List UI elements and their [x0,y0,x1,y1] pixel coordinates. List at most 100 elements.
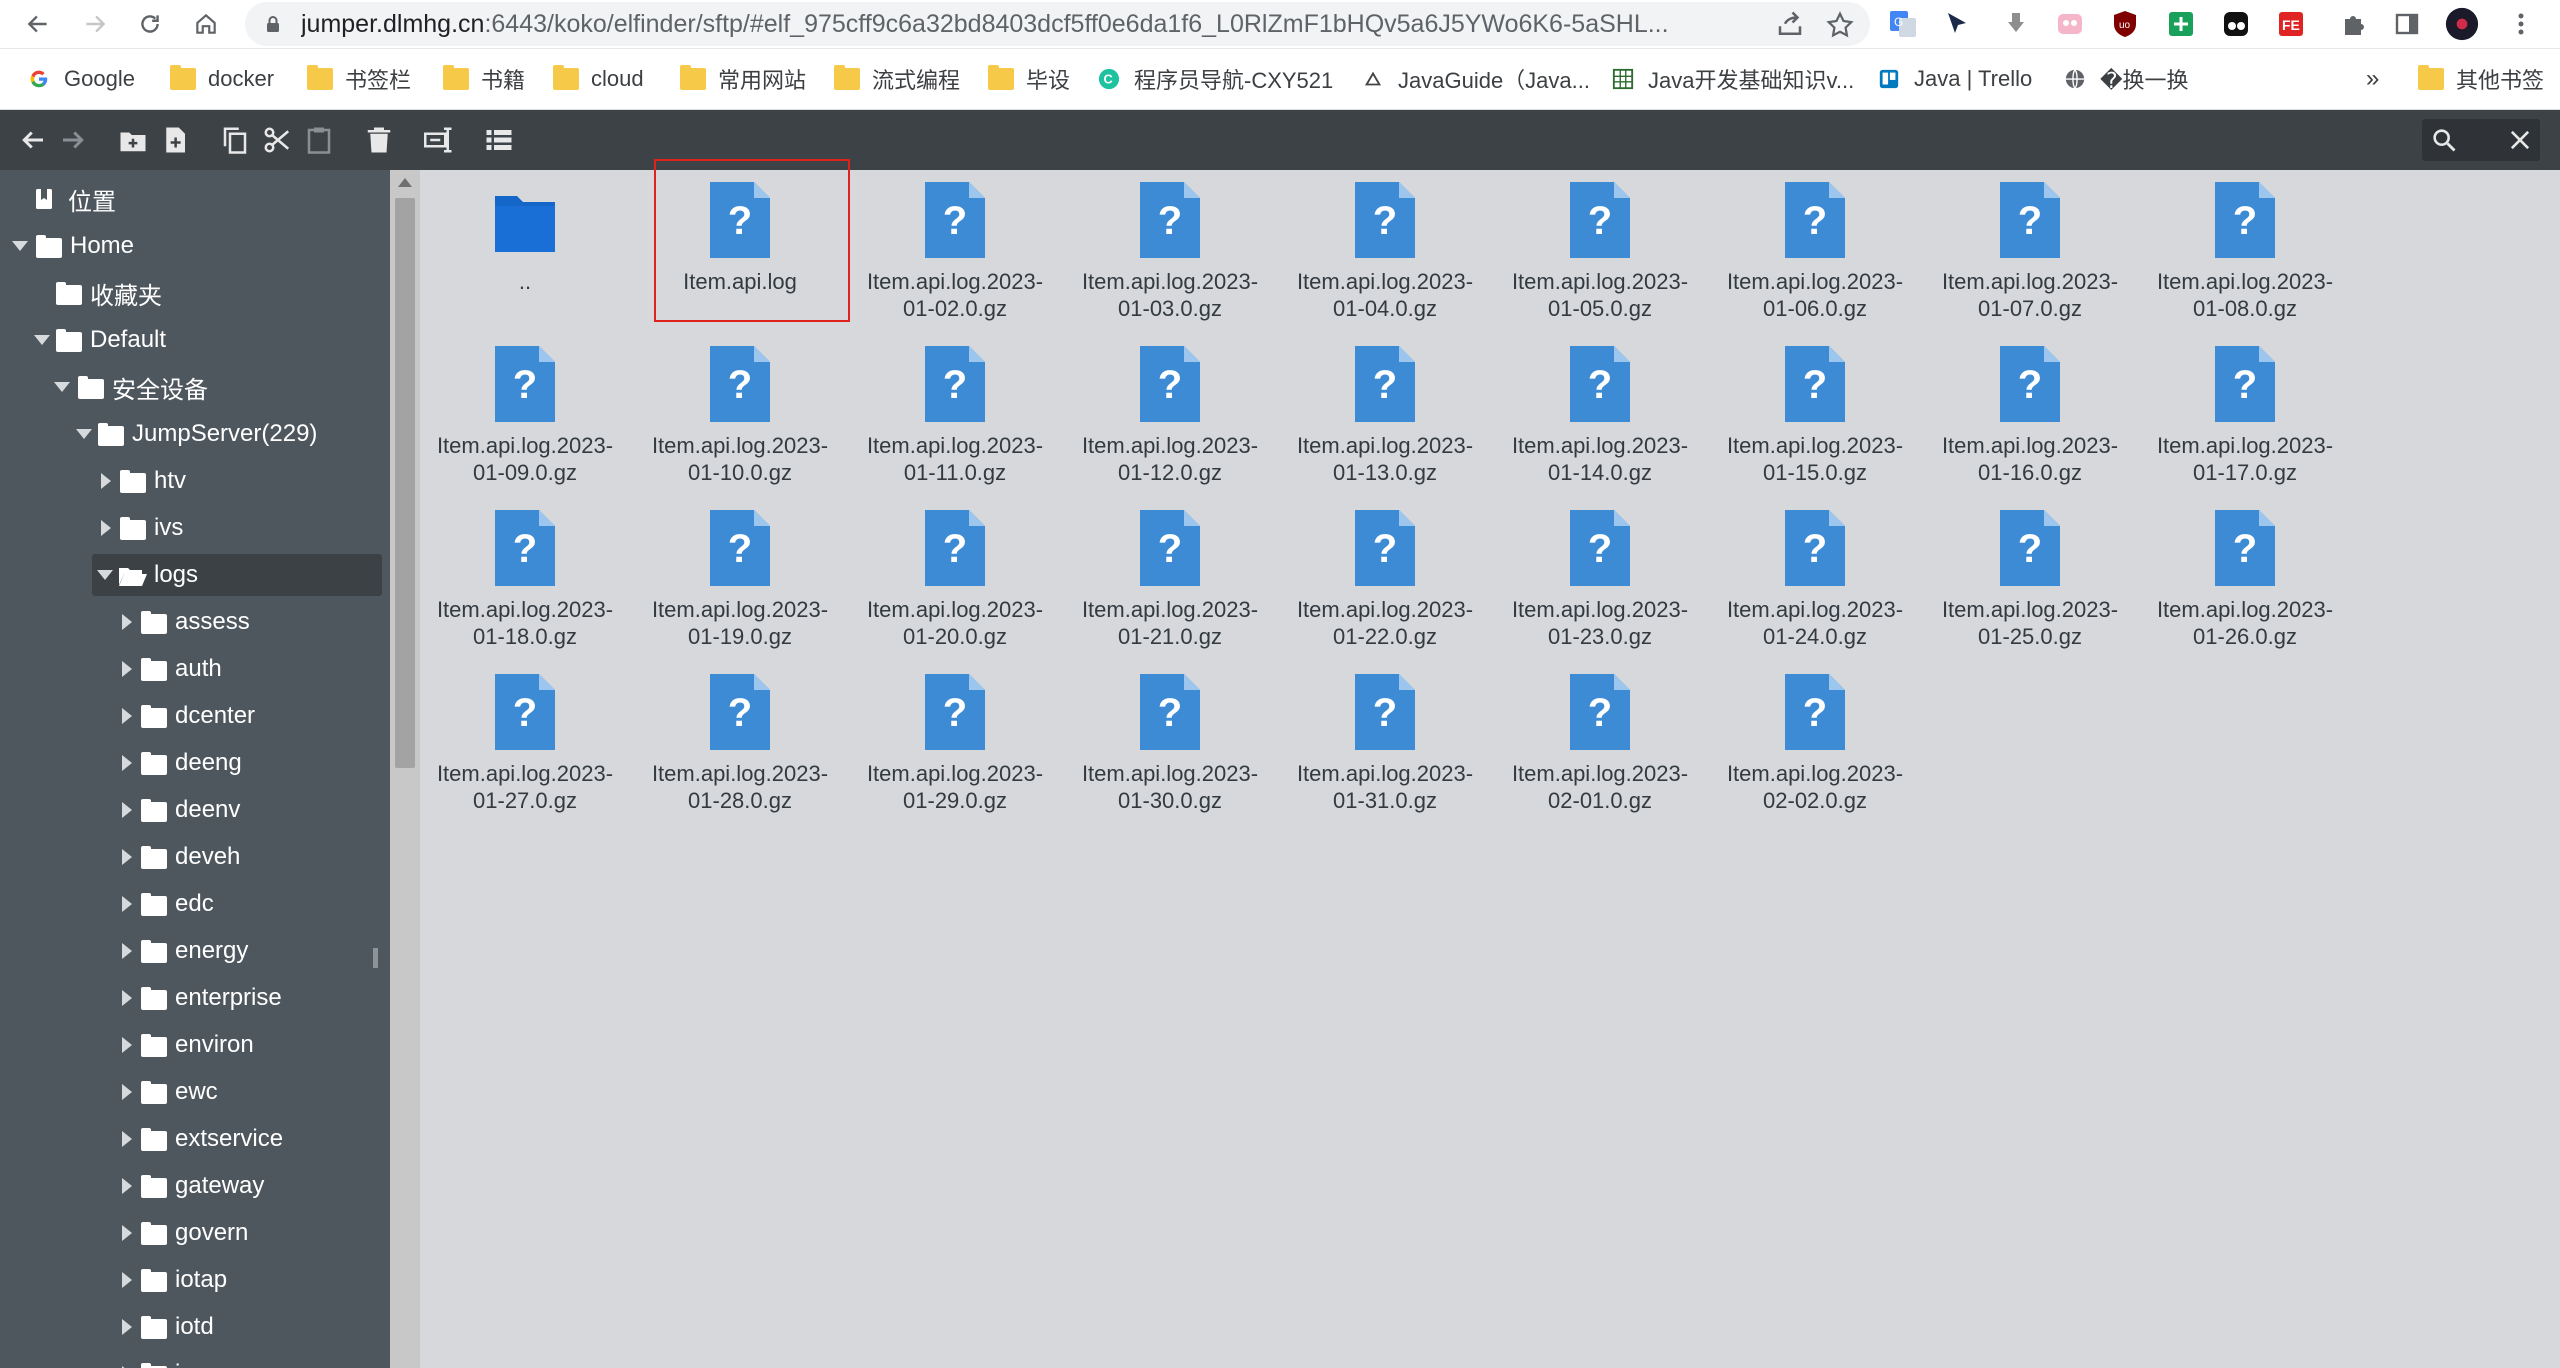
file-item[interactable]: ? Item.api.log.2023- 01-11.0.gz [855,334,1055,498]
view-list-button[interactable] [482,123,516,157]
scroll-up-icon[interactable] [398,178,412,187]
file-item[interactable]: ? Item.api.log.2023- 01-26.0.gz [2145,498,2345,662]
close-icon[interactable] [2506,126,2534,154]
tree-scrollbar[interactable] [390,170,420,1368]
bookmark-cxy521[interactable]: C 程序员导航-CXY521 [1096,49,1333,109]
tree-folder-deeng[interactable]: deeng [0,740,390,786]
share-icon[interactable] [1775,10,1805,40]
expand-icon[interactable] [122,990,132,1006]
expand-icon[interactable] [122,1084,132,1100]
file-item[interactable]: ? Item.api.log.2023- 01-19.0.gz [640,498,840,662]
file-item[interactable]: ? Item.api.log.2023- 01-24.0.gz [1715,498,1915,662]
bookmark-folder-cloud[interactable]: cloud [553,49,644,109]
tree-folder-deenv[interactable]: deenv [0,787,390,833]
expand-icon[interactable] [122,708,132,724]
new-file-button[interactable] [158,123,192,157]
address-bar[interactable]: jumper.dlmhg.cn:6443/koko/elfinder/sftp/… [245,2,1870,46]
file-item[interactable]: ? Item.api.log.2023- 01-29.0.gz [855,662,1055,826]
tree-folder-iotd[interactable]: iotd [0,1304,390,1350]
bookmark-javaguide[interactable]: JavaGuide（Java... [1360,49,1590,109]
file-item[interactable]: ? Item.api.log.2023- 01-03.0.gz [1070,170,1270,334]
file-item[interactable]: ? Item.api.log.2023- 01-04.0.gz [1285,170,1485,334]
expand-icon[interactable] [122,802,132,818]
rename-button[interactable] [422,123,456,157]
file-item[interactable]: ? Item.api.log.2023- 01-15.0.gz [1715,334,1915,498]
tree-folder-deveh[interactable]: deveh [0,834,390,880]
file-item[interactable]: ? Item.api.log.2023- 01-17.0.gz [2145,334,2345,498]
file-item[interactable]: ? Item.api.log.2023- 01-22.0.gz [1285,498,1485,662]
fe-extension-icon[interactable]: FE [2274,7,2308,41]
expand-icon[interactable] [122,1319,132,1335]
download-extension-icon[interactable] [1999,7,2033,41]
tree-folder-htv[interactable]: htv [0,458,390,504]
collapse-icon[interactable] [97,570,113,580]
file-item[interactable]: ? Item.api.log.2023- 01-16.0.gz [1930,334,2130,498]
expand-icon[interactable] [101,520,111,536]
copy-button[interactable] [218,123,252,157]
expand-icon[interactable] [122,755,132,771]
paste-button[interactable] [302,123,336,157]
expand-icon[interactable] [122,614,132,630]
file-item[interactable]: ? Item.api.log.2023- 01-05.0.gz [1500,170,1700,334]
home-button[interactable] [186,4,226,44]
bookmark-star-icon[interactable] [1825,10,1855,40]
side-panel-icon[interactable] [2390,7,2424,41]
history-back-button[interactable] [16,123,50,157]
bookmark-folder-bookmarksbar[interactable]: 书签栏 [307,49,411,109]
scrollbar-thumb[interactable] [395,198,415,768]
file-item[interactable]: ? Item.api.log.2023- 01-18.0.gz [425,498,625,662]
file-item[interactable]: ? Item.api.log.2023- 01-30.0.gz [1070,662,1270,826]
bookmark-trello[interactable]: Java | Trello [1876,49,2032,109]
tree-folder-assess[interactable]: assess [0,599,390,645]
bookmark-folder-thesis[interactable]: 毕设 [988,49,1070,109]
file-item[interactable]: ? Item.api.log.2023- 02-02.0.gz [1715,662,1915,826]
tree-security-devices[interactable]: 安全设备 [0,364,390,410]
tree-resize-grip[interactable] [373,948,378,968]
expand-icon[interactable] [122,849,132,865]
expand-icon[interactable] [122,1131,132,1147]
new-folder-button[interactable] [116,123,150,157]
expand-icon[interactable] [122,943,132,959]
tree-home[interactable]: Home [0,223,390,269]
tree-folder-iotap[interactable]: iotap [0,1257,390,1303]
expand-icon[interactable] [122,896,132,912]
tree-folder-logs[interactable]: logs [0,552,390,598]
file-item[interactable]: ? Item.api.log.2023- 01-27.0.gz [425,662,625,826]
forward-button[interactable] [75,4,115,44]
file-item[interactable]: ? Item.api.log.2023- 01-06.0.gz [1715,170,1915,334]
bookmark-google[interactable]: Google [26,49,135,109]
file-item[interactable]: ? Item.api.log.2023- 02-01.0.gz [1500,662,1700,826]
collapse-icon[interactable] [12,241,28,251]
tree-folder-environ[interactable]: environ [0,1022,390,1068]
tree-places[interactable]: 位置 [0,176,390,222]
tree-default[interactable]: Default [0,317,390,363]
cut-button[interactable] [260,123,294,157]
delete-button[interactable] [362,123,396,157]
parent-folder-item[interactable]: .. [425,170,625,334]
tree-folder-ivs[interactable]: ivs [0,505,390,551]
collapse-icon[interactable] [76,429,92,439]
bookmarks-overflow-button[interactable]: » [2366,49,2379,109]
pink-extension-icon[interactable] [2053,7,2087,41]
ublock-extension-icon[interactable]: uo [2108,7,2142,41]
file-item[interactable]: ? Item.api.log.2023- 01-21.0.gz [1070,498,1270,662]
translate-extension-icon[interactable]: G [1886,7,1920,41]
tree-jumpserver[interactable]: JumpServer(229) [0,411,390,457]
expand-icon[interactable] [122,1037,132,1053]
bookmark-folder-stream[interactable]: 流式编程 [834,49,960,109]
file-item[interactable]: ? Item.api.log.2023- 01-23.0.gz [1500,498,1700,662]
file-item[interactable]: ? Item.api.log.2023- 01-20.0.gz [855,498,1055,662]
expand-icon[interactable] [122,1272,132,1288]
tree-folder-edc[interactable]: edc [0,881,390,927]
expand-icon[interactable] [101,473,111,489]
other-bookmarks-folder[interactable]: 其他书签 [2418,49,2544,109]
bookmark-java-basics[interactable]: Java开发基础知识v... [1610,49,1854,109]
tree-folder-enterprise[interactable]: enterprise [0,975,390,1021]
file-item[interactable]: ? Item.api.log.2023- 01-25.0.gz [1930,498,2130,662]
tree-folder-gateway[interactable]: gateway [0,1163,390,1209]
file-item[interactable]: ? Item.api.log.2023- 01-07.0.gz [1930,170,2130,334]
back-button[interactable] [18,4,58,44]
tree-folder-energy[interactable]: energy [0,928,390,974]
search-input[interactable] [2422,119,2540,161]
bookmark-folder-docker[interactable]: docker [170,49,274,109]
